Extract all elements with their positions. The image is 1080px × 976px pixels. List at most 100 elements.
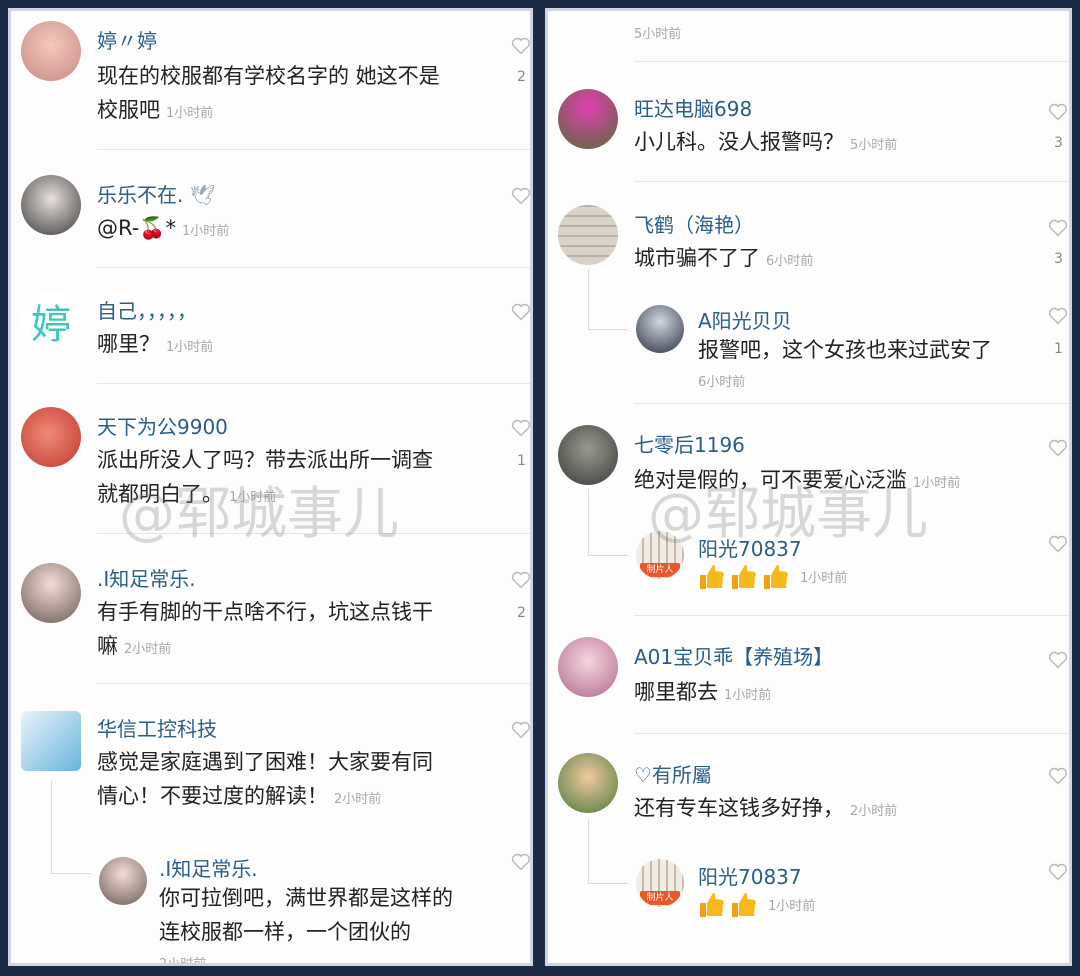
heart-icon[interactable] xyxy=(1048,767,1068,785)
divider xyxy=(634,61,1069,62)
heart-icon[interactable] xyxy=(1048,439,1068,457)
username[interactable]: 乐乐不在. 🕊 xyxy=(97,179,215,208)
comment-text: 报警吧，这个女孩也来过武安了 xyxy=(698,338,992,362)
divider xyxy=(97,533,530,534)
user-avatar[interactable] xyxy=(558,425,618,485)
comment-text: 有手有脚的干点啥不行，坑这点钱干 嘛 2小时前 xyxy=(97,600,433,658)
comment-time: 1小时前 xyxy=(724,688,772,703)
username[interactable]: A阳光贝贝 xyxy=(698,305,792,334)
dove-icon: 🕊 xyxy=(189,183,216,207)
username[interactable]: 婷〃婷 xyxy=(97,25,157,54)
username[interactable]: 自己，，，，， xyxy=(97,295,197,324)
thread-line xyxy=(51,873,91,874)
comment-time: 1小时前 xyxy=(768,898,816,914)
heart-icon[interactable] xyxy=(1048,535,1068,553)
comment-time: 2小时前 xyxy=(159,957,207,966)
cherry-icon: 🍒 xyxy=(139,216,166,240)
username[interactable]: .I知足常乐. xyxy=(159,853,258,882)
divider xyxy=(97,383,530,384)
username[interactable]: ♡有所屬 xyxy=(634,759,712,788)
user-avatar[interactable] xyxy=(558,89,618,149)
comment-text: 哪里？ 1小时前 xyxy=(97,332,214,356)
username[interactable]: 七零后1196 xyxy=(634,429,745,458)
heart-icon[interactable] xyxy=(1048,103,1068,121)
thumbs-up-reaction: 1小时前 xyxy=(698,563,847,591)
thread-line xyxy=(588,819,589,883)
comment-text: @R-🍒* 1小时前 xyxy=(97,216,230,240)
heart-icon[interactable] xyxy=(511,37,531,55)
username[interactable]: 华信工控科技 xyxy=(97,713,217,742)
heart-icon[interactable] xyxy=(511,419,531,437)
divider xyxy=(97,267,530,268)
comment-text: 感觉是家庭遇到了困难！大家要有同 情心！不要过度的解读！ 2小时前 xyxy=(97,750,433,808)
user-avatar[interactable] xyxy=(636,305,684,353)
comment-text: 还有专车这钱多好挣， 2小时前 xyxy=(634,796,898,820)
user-avatar[interactable] xyxy=(558,753,618,813)
username[interactable]: .I知足常乐. xyxy=(97,563,196,592)
divider xyxy=(634,181,1069,182)
heart-icon[interactable] xyxy=(511,187,531,205)
comment-time: 5小时前 xyxy=(850,138,898,153)
comment-time: 1小时前 xyxy=(166,340,214,355)
thread-line xyxy=(51,781,52,873)
thumbs-up-icon xyxy=(698,563,726,591)
like-count: 2 xyxy=(517,69,526,85)
heart-icon[interactable] xyxy=(1048,219,1068,237)
thread-line xyxy=(588,269,589,329)
heart-icon[interactable] xyxy=(511,571,531,589)
divider xyxy=(97,683,530,684)
heart-icon[interactable] xyxy=(511,303,531,321)
heart-icon[interactable] xyxy=(511,853,531,871)
divider xyxy=(634,403,1069,404)
producer-badge: 制片人 xyxy=(640,891,680,905)
user-avatar[interactable] xyxy=(21,175,81,235)
comment-text: 现在的校服都有学校名字的 她这不是 校服吧 1小时前 xyxy=(97,64,440,122)
user-avatar[interactable] xyxy=(21,563,81,623)
thumbs-up-icon xyxy=(730,891,758,919)
divider xyxy=(634,733,1069,734)
thread-line xyxy=(588,555,628,556)
user-avatar[interactable] xyxy=(21,711,81,771)
avatar-char: 婷 xyxy=(31,302,71,348)
username[interactable]: 阳光70837 xyxy=(698,861,802,890)
comment-text: 哪里都去 1小时前 xyxy=(634,680,772,704)
producer-badge: 制片人 xyxy=(640,563,680,577)
divider xyxy=(634,615,1069,616)
heart-icon[interactable] xyxy=(511,721,531,739)
thumbs-up-icon xyxy=(698,891,726,919)
thumbs-up-reaction: 1小时前 xyxy=(698,891,815,919)
comment-time: 5小时前 xyxy=(634,27,682,42)
heart-icon[interactable] xyxy=(1048,651,1068,669)
like-count: 1 xyxy=(517,453,526,469)
user-avatar[interactable] xyxy=(558,205,618,265)
comment-time: 1小时前 xyxy=(229,490,277,505)
user-avatar[interactable]: 制片人 xyxy=(636,531,684,579)
comment-time: 2小时前 xyxy=(334,792,382,807)
user-avatar[interactable] xyxy=(21,21,81,81)
divider xyxy=(97,149,530,150)
user-avatar[interactable] xyxy=(99,857,147,905)
user-avatar[interactable] xyxy=(558,637,618,697)
username[interactable]: 天下为公9900 xyxy=(97,411,228,440)
username[interactable]: 旺达电脑698 xyxy=(634,93,752,122)
user-avatar[interactable] xyxy=(21,407,81,467)
user-avatar[interactable]: 制片人 xyxy=(636,859,684,907)
comment-time: 1小时前 xyxy=(913,476,961,491)
like-count: 2 xyxy=(517,605,526,621)
like-count: 1 xyxy=(1054,341,1063,357)
user-avatar[interactable]: 婷 xyxy=(21,291,81,351)
comment-panel-left: 婷〃婷 现在的校服都有学校名字的 她这不是 校服吧 1小时前 2 乐乐不在. 🕊 … xyxy=(8,8,533,966)
like-count: 3 xyxy=(1054,251,1063,267)
comment-time: 1小时前 xyxy=(800,570,848,586)
comment-text: 绝对是假的，可不要爱心泛滥 1小时前 xyxy=(634,468,961,492)
comment-text: 小儿科。没人报警吗？ 5小时前 xyxy=(634,130,898,154)
heart-icon[interactable] xyxy=(1048,307,1068,325)
username[interactable]: 飞鹤（海艳） xyxy=(634,209,754,238)
comment-time: 1小时前 xyxy=(181,224,230,239)
comment-panel-right: 5小时前 旺达电脑698 小儿科。没人报警吗？ 5小时前 3 飞鹤（海艳） 城市骗… xyxy=(545,8,1072,966)
username[interactable]: 阳光70837 xyxy=(698,533,802,562)
thread-line xyxy=(588,329,628,330)
heart-icon[interactable] xyxy=(1048,863,1068,881)
thumbs-up-icon xyxy=(730,563,758,591)
username[interactable]: A01宝贝乖【养殖场】 xyxy=(634,641,833,670)
